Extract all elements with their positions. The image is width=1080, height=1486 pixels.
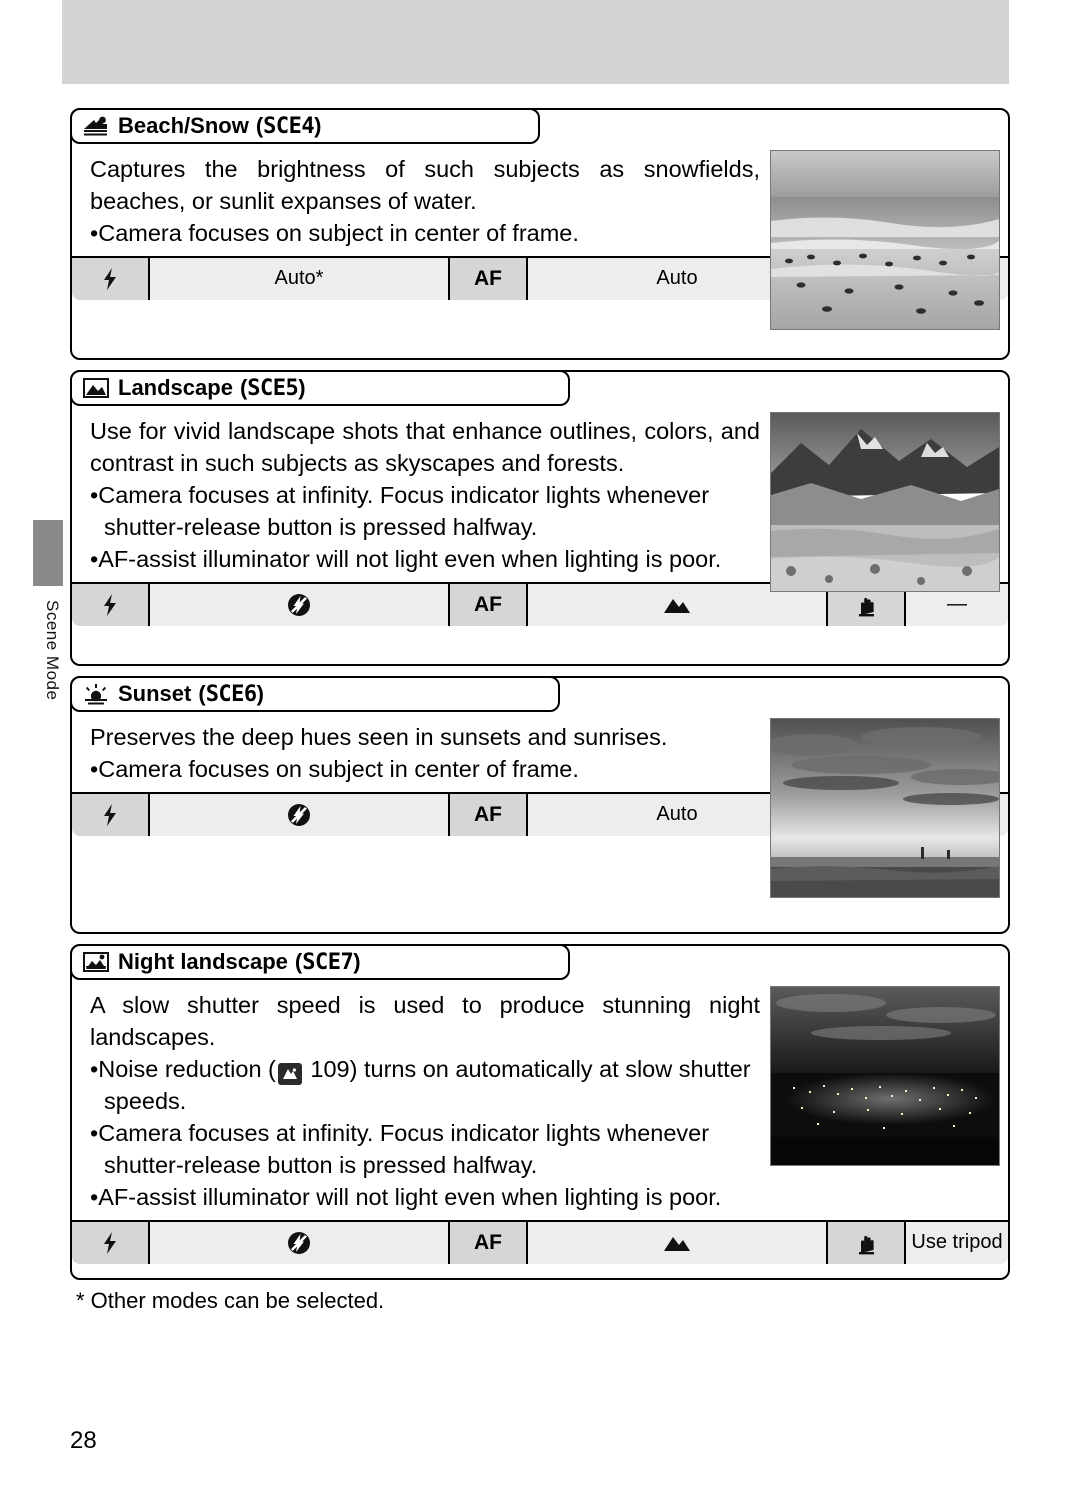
thumbnail-night-city-photo (770, 986, 1000, 1166)
focus-mode-af-label: AF (450, 1221, 528, 1264)
section-title-beach-snow: Beach/Snow (SCE4) (70, 108, 540, 144)
noise-reduction-text-before: •Noise reduction ( (90, 1055, 276, 1082)
flash-off-icon[interactable] (150, 793, 450, 836)
settings-strip-night-landscape: AF Use tripod (72, 1219, 1008, 1264)
flash-icon[interactable] (72, 257, 150, 300)
page-number: 28 (70, 1427, 97, 1454)
manual-page: Scene Mode Beach/Snow (SCE4) Captures th… (0, 0, 1080, 1486)
footnote: * Other modes can be selected. (76, 1288, 385, 1313)
section-title-sunset: Sunset (SCE6) (70, 676, 560, 712)
section-title-text-landscape: Landscape (118, 375, 233, 400)
scene-code-beach-snow: SCE4 (263, 113, 315, 139)
section-title-text-beach-snow: Beach/Snow (118, 113, 249, 138)
thumbnail-beach-photo (770, 150, 1000, 330)
section-bullet: •AF-assist illuminator will not light ev… (90, 1183, 722, 1210)
section-bullet: •Camera focuses on subject in center of … (90, 219, 579, 246)
steady-hand-icon[interactable] (828, 1221, 906, 1264)
focus-mode-af-label: AF (450, 793, 528, 836)
beach-snow-icon (82, 114, 110, 138)
flash-icon[interactable] (72, 793, 150, 836)
section-bullet: •Camera focuses on subject in center of … (90, 755, 579, 782)
notes-value: Use tripod (906, 1221, 1008, 1264)
page-header-band (62, 0, 1009, 84)
sunset-icon (82, 682, 110, 706)
infinity-mountain-icon[interactable] (528, 1221, 828, 1264)
section-tab-marker (33, 520, 63, 586)
section-landscape: Landscape (SCE5) Use for vivid landscape… (70, 370, 1010, 666)
thumbnail-sunset-photo (770, 718, 1000, 898)
section-title-landscape: Landscape (SCE5) (70, 370, 570, 406)
manual-page-icon (277, 1062, 302, 1085)
scene-code-night-landscape: SCE7 (302, 949, 354, 975)
scene-code-landscape: SCE5 (247, 375, 299, 401)
flash-icon[interactable] (72, 583, 150, 626)
night-landscape-icon (82, 950, 110, 974)
section-paragraph: Preserves the deep hues seen in sunsets … (90, 724, 668, 750)
sections-container: Beach/Snow (SCE4) Captures the brightnes… (70, 108, 1010, 1314)
focus-mode-af-label: AF (450, 583, 528, 626)
section-beach-snow: Beach/Snow (SCE4) Captures the brightnes… (70, 108, 1010, 360)
section-title-text-sunset: Sunset (118, 681, 192, 706)
section-paragraph: Captures the brightness of such subjects… (90, 156, 760, 214)
flash-off-icon[interactable] (150, 1221, 450, 1264)
landscape-icon (82, 376, 110, 400)
thumbnail-mountain-photo (770, 412, 1000, 592)
flash-icon[interactable] (72, 1221, 150, 1264)
section-title-night-landscape: Night landscape (SCE7) (70, 944, 570, 980)
flash-off-icon[interactable] (150, 583, 450, 626)
focus-mode-af-label: AF (450, 257, 528, 300)
section-sunset: Sunset (SCE6) Preserves the deep hues se… (70, 676, 1010, 934)
section-title-text-night-landscape: Night landscape (118, 949, 288, 974)
scene-code-sunset: SCE6 (205, 681, 257, 707)
section-tab-label: Scene Mode (43, 600, 62, 701)
section-night-landscape: Night landscape (SCE7) A slow shutter sp… (70, 944, 1010, 1280)
flash-mode-value: Auto* (150, 257, 450, 300)
